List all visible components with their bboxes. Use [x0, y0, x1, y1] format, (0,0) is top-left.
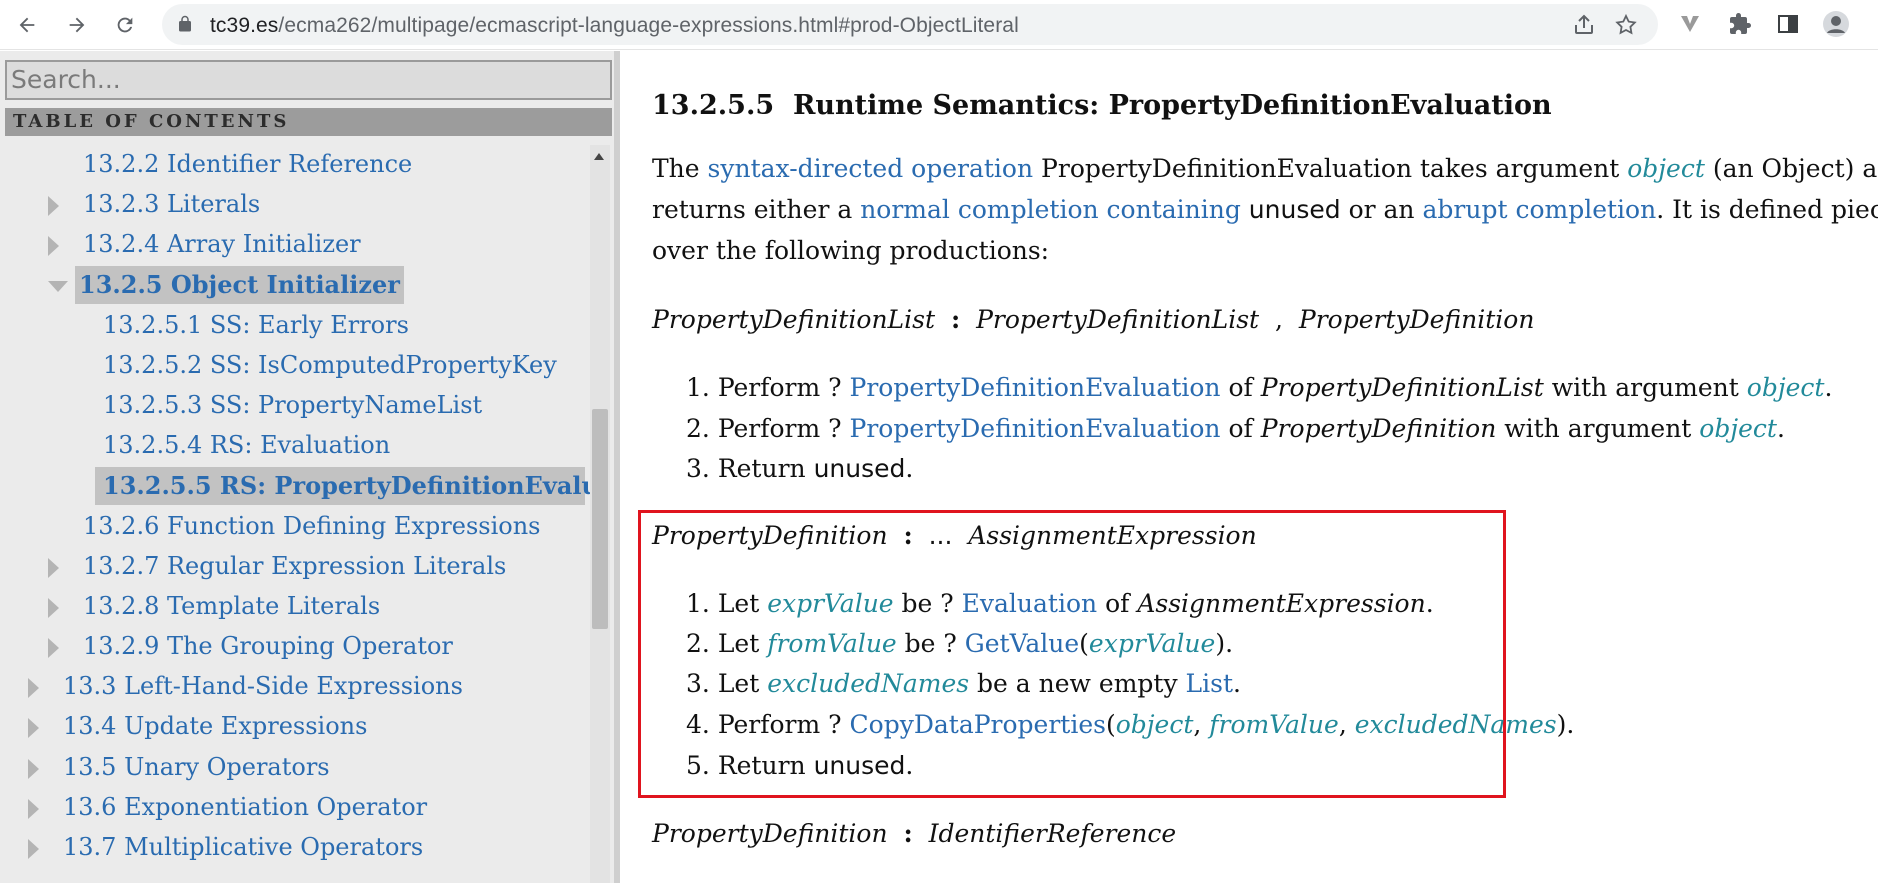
expand-arrow-icon[interactable]	[28, 839, 39, 859]
address-bar[interactable]: tc39.es/ecma262/multipage/ecmascript-lan…	[162, 4, 1658, 45]
expand-arrow-icon[interactable]	[48, 558, 59, 578]
share-icon[interactable]	[1572, 13, 1596, 37]
step-1-2: 2. Perform ? PropertyDefinitionEvaluatio…	[686, 414, 1785, 443]
step-2-1: 1. Let exprValue be ? Evaluation of Assi…	[686, 589, 1434, 618]
toc-item[interactable]: 13.2.5.1 SS: Early Errors	[103, 306, 409, 344]
search-placeholder: Search...	[11, 65, 121, 94]
toc-item[interactable]: 13.2.4 Array Initializer	[48, 225, 361, 263]
intro-line-3: over the following productions:	[652, 236, 1050, 265]
back-button[interactable]	[12, 10, 42, 40]
reload-button[interactable]	[110, 10, 140, 40]
search-input[interactable]: Search...	[5, 60, 612, 100]
step-2-4: 4. Perform ? CopyDataProperties(object, …	[686, 710, 1575, 739]
link-abrupt-completion[interactable]: abrupt completion	[1422, 195, 1656, 224]
toc-list: 13.2.2 Identifier Reference 13.2.3 Liter…	[0, 145, 590, 883]
expand-arrow-icon[interactable]	[28, 718, 39, 738]
toc-item-current[interactable]: 13.2.5.5 RS: PropertyDefinitionEvalu…	[95, 467, 590, 505]
forward-button[interactable]	[62, 10, 92, 40]
expand-arrow-icon[interactable]	[28, 678, 39, 698]
toc-item[interactable]: 13.6 Exponentiation Operator	[28, 788, 427, 826]
toc-item[interactable]: 13.3 Left-Hand-Side Expressions	[28, 667, 463, 705]
toc-item[interactable]: 13.2.7 Regular Expression Literals	[48, 547, 506, 585]
var-object[interactable]: object	[1627, 154, 1705, 183]
expand-arrow-icon[interactable]	[48, 638, 59, 658]
profile-avatar-icon[interactable]	[1822, 10, 1850, 38]
toc-item[interactable]: 13.2.9 The Grouping Operator	[48, 627, 453, 665]
side-panel-icon[interactable]	[1774, 10, 1802, 38]
url-path: /ecma262/multipage/ecmascript-language-e…	[278, 14, 1019, 37]
step-2-2: 2. Let fromValue be ? GetValue(exprValue…	[686, 629, 1234, 658]
extensions-puzzle-icon[interactable]	[1726, 10, 1754, 38]
forward-arrow-icon	[69, 17, 85, 33]
reload-icon	[117, 17, 133, 33]
toc-item[interactable]: 13.2.5.4 RS: Evaluation	[103, 426, 390, 464]
toc-item[interactable]: 13.4 Update Expressions	[28, 707, 367, 745]
section-number: 13.2.5.5	[652, 90, 775, 121]
toc-title: TABLE OF CONTENTS	[5, 108, 612, 136]
spec-content: 13.2.5.5 Runtime Semantics: PropertyDefi…	[626, 51, 1878, 883]
link-normal-completion[interactable]: normal completion containing	[860, 195, 1241, 224]
section-heading: 13.2.5.5 Runtime Semantics: PropertyDefi…	[652, 89, 1552, 123]
toc-item[interactable]: 13.2.3 Literals	[48, 185, 260, 223]
browser-toolbar: tc39.es/ecma262/multipage/ecmascript-lan…	[0, 0, 1878, 50]
back-arrow-icon	[19, 17, 35, 33]
section-title: Runtime Semantics: PropertyDefinitionEva…	[792, 90, 1552, 121]
production-2: PropertyDefinition : ... AssignmentExpre…	[652, 521, 1257, 550]
production-1: PropertyDefinitionList : PropertyDefinit…	[652, 305, 1535, 334]
toc-scrollbar[interactable]	[590, 145, 610, 883]
expand-arrow-icon[interactable]	[48, 598, 59, 618]
url-host: tc39.es	[210, 14, 279, 37]
toc-item[interactable]: 13.5 Unary Operators	[28, 748, 330, 786]
link-syntax-directed-operation[interactable]: syntax-directed operation	[708, 154, 1034, 183]
production-3: PropertyDefinition : IdentifierReference	[652, 819, 1177, 848]
scrollbar-thumb[interactable]	[592, 409, 608, 629]
toc-sidebar: Search... TABLE OF CONTENTS 13.2.2 Ident…	[0, 51, 620, 883]
toc-item[interactable]: 13.2.5.2 SS: IsComputedPropertyKey	[103, 346, 557, 384]
expand-arrow-icon[interactable]	[48, 236, 59, 256]
extension-v-icon[interactable]	[1676, 10, 1704, 38]
scroll-up-arrow-icon[interactable]	[594, 153, 604, 160]
intro-line-1: The syntax-directed operation PropertyDe…	[652, 154, 1878, 183]
toc-item[interactable]: 13.2.8 Template Literals	[48, 587, 380, 625]
step-1-3: 3. Return unused.	[686, 454, 914, 483]
intro-line-2: returns either a normal completion conta…	[652, 195, 1878, 224]
toc-item-selected[interactable]: 13.2.5 Object Initializer	[46, 266, 404, 304]
step-2-5: 5. Return unused.	[686, 751, 914, 780]
expand-arrow-icon[interactable]	[28, 759, 39, 779]
lock-icon	[179, 15, 191, 32]
step-1-1: 1. Perform ? PropertyDefinitionEvaluatio…	[686, 373, 1833, 402]
bookmark-star-icon[interactable]	[1614, 13, 1638, 37]
step-2-3: 3. Let excludedNames be a new empty List…	[686, 669, 1241, 698]
url-text: tc39.es/ecma262/multipage/ecmascript-lan…	[210, 14, 1019, 38]
toc-item[interactable]: 13.2.5.3 SS: PropertyNameList	[103, 386, 482, 424]
toc-item[interactable]: 13.2.6 Function Defining Expressions	[83, 507, 541, 545]
toc-item[interactable]: 13.2.2 Identifier Reference	[83, 145, 412, 183]
expand-arrow-icon[interactable]	[28, 799, 39, 819]
toc-item[interactable]: 13.7 Multiplicative Operators	[28, 828, 423, 866]
expand-arrow-icon[interactable]	[48, 196, 59, 216]
collapse-arrow-icon[interactable]	[48, 281, 68, 292]
